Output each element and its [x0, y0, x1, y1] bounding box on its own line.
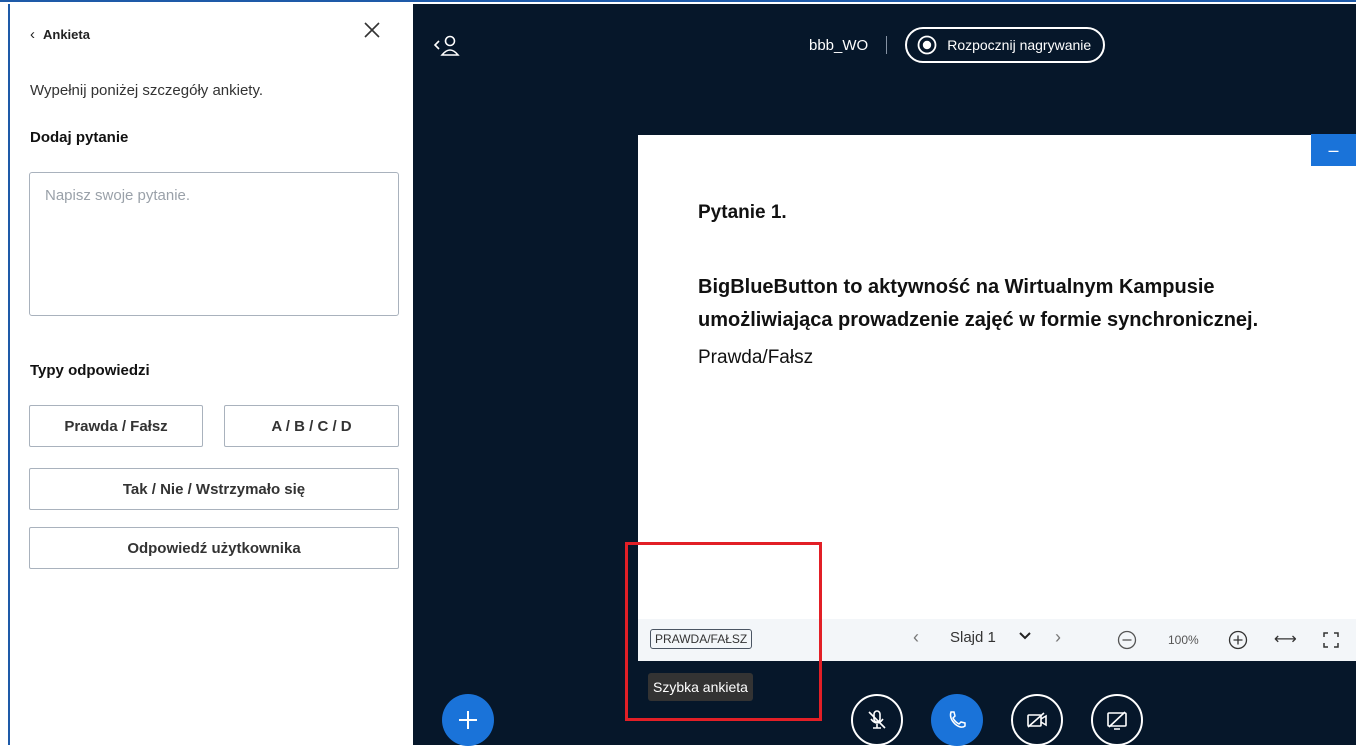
meeting-name: bbb_WO — [809, 36, 869, 54]
close-icon[interactable] — [362, 20, 382, 40]
start-recording-label: Rozpocznij nagrywanie — [947, 37, 1092, 53]
camera-off-icon — [1027, 712, 1047, 728]
slide-answer-hint: Prawda/Fałsz — [698, 347, 814, 368]
slide-text-line-1: BigBlueButton to aktywność na Wirtualnym… — [698, 276, 1215, 298]
zoom-out-icon[interactable] — [1117, 630, 1137, 650]
highlight-annotation-box — [625, 542, 822, 721]
poll-back-button[interactable]: ‹ Ankieta — [30, 26, 90, 43]
user-list-toggle-icon[interactable] — [433, 34, 461, 58]
question-input[interactable]: Napisz swoje pytanie. — [29, 172, 399, 316]
meeting-title-bar: bbb_WO Rozpocznij nagrywanie — [809, 22, 1106, 68]
abcd-button[interactable]: A / B / C / D — [224, 405, 399, 447]
presentation-area: bbb_WO Rozpocznij nagrywanie Pytanie 1. … — [413, 4, 1356, 746]
screen-share-off-icon — [1107, 711, 1127, 730]
next-slide-icon[interactable]: › — [1055, 627, 1061, 648]
record-icon — [917, 35, 937, 55]
true-false-button[interactable]: Prawda / Fałsz — [29, 405, 203, 447]
start-recording-button[interactable]: Rozpocznij nagrywanie — [905, 27, 1106, 63]
user-response-button[interactable]: Odpowiedź użytkownika — [29, 527, 399, 569]
fit-to-width-icon[interactable]: ⟷ — [1274, 629, 1297, 649]
yes-no-abstain-button[interactable]: Tak / Nie / Wstrzymało się — [29, 468, 399, 510]
answer-types-heading: Typy odpowiedzi — [30, 362, 150, 379]
join-audio-mic-button[interactable] — [851, 694, 903, 746]
minimize-presentation-button[interactable]: – — [1311, 134, 1356, 166]
phone-icon — [949, 711, 966, 728]
share-screen-button[interactable] — [1091, 694, 1143, 746]
slide-question-title: Pytanie 1. — [698, 202, 787, 223]
plus-icon — [459, 711, 477, 729]
chevron-down-icon[interactable] — [1019, 632, 1031, 640]
fullscreen-icon[interactable] — [1322, 631, 1340, 649]
zoom-in-icon[interactable] — [1228, 630, 1248, 650]
slide-text-line-2: umożliwiająca prowadzenie zajęć w formie… — [698, 309, 1259, 331]
slide-selector[interactable]: Slajd 1 — [950, 629, 996, 646]
chevron-left-icon: ‹ — [30, 26, 35, 43]
actions-plus-button[interactable] — [442, 694, 494, 746]
app-window: ‹ Ankieta Wypełnij poniżej szczegóły ank… — [0, 0, 1356, 746]
zoom-level: 100% — [1168, 633, 1199, 647]
add-question-heading: Dodaj pytanie — [30, 129, 129, 146]
poll-panel-title: Ankieta — [43, 27, 90, 42]
title-divider — [886, 36, 888, 54]
poll-instructions: Wypełnij poniżej szczegóły ankiety. — [30, 82, 264, 99]
poll-panel: ‹ Ankieta Wypełnij poniżej szczegóły ank… — [8, 4, 413, 745]
mic-muted-icon — [868, 710, 886, 729]
share-webcam-button[interactable] — [1011, 694, 1063, 746]
leave-audio-button[interactable] — [931, 694, 983, 746]
previous-slide-icon[interactable]: ‹ — [913, 627, 919, 648]
